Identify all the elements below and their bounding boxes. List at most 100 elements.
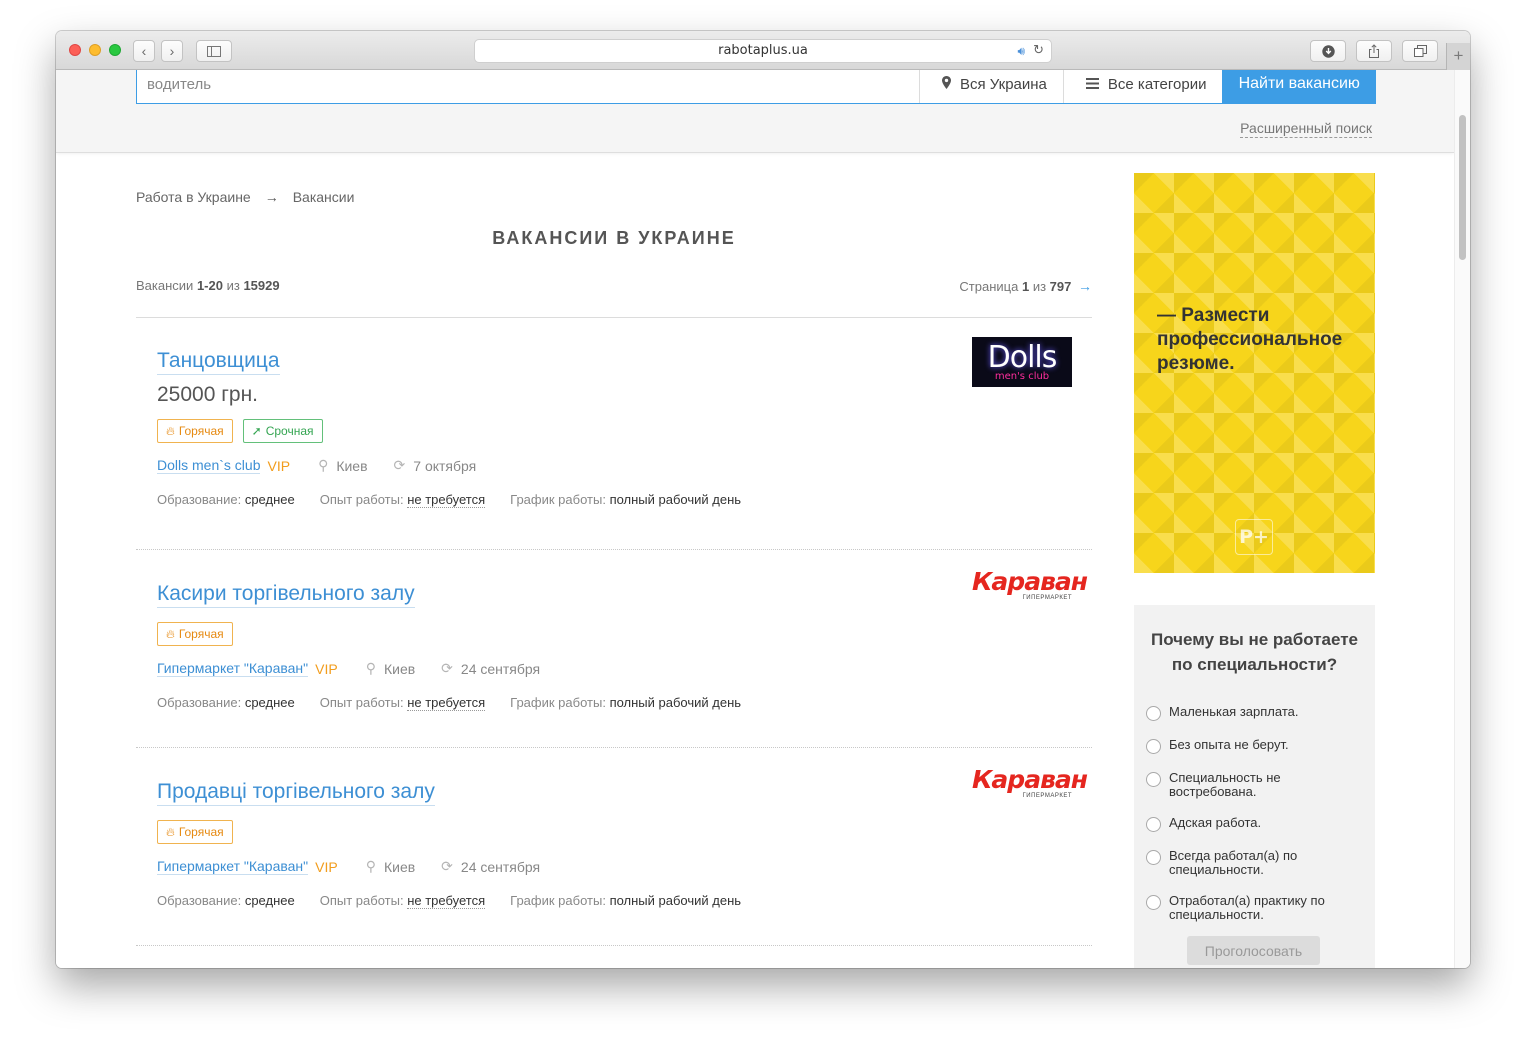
refresh-icon: ⟳ — [441, 660, 453, 676]
job-details: Образование: среднее Опыт работы: не тре… — [157, 893, 1072, 909]
radio-button[interactable] — [1146, 817, 1161, 832]
poll-option[interactable]: Без опыта не берут. — [1146, 738, 1366, 754]
share-button[interactable] — [1356, 40, 1392, 62]
company-logo[interactable]: Караван ГИПЕРМАРКЕТ — [972, 569, 1088, 601]
job-details: Образование: среднее Опыт работы: не тре… — [157, 492, 1072, 508]
page-viewport: Вся Украина Все категории Найти вакансию… — [56, 70, 1454, 968]
location-select[interactable]: Вся Украина — [919, 70, 1063, 103]
radio-button[interactable] — [1146, 706, 1161, 721]
rabotaplus-logo-icon: P+ — [1235, 519, 1273, 555]
speaker-icon[interactable]: 🔊︎ — [1017, 40, 1025, 62]
flame-icon: 🔥︎ — [166, 824, 175, 839]
browser-window: ‹ › rabotaplus.ua 🔊︎ ↻ + водитель Вся Ук… — [56, 31, 1470, 968]
job-meta: Dolls men`s club VIP ⚲ Киев ⟳ 7 октября — [157, 457, 1072, 474]
category-select[interactable]: Все категории — [1062, 70, 1223, 103]
poll-option[interactable]: Отработал(а) практику по специальности. — [1146, 894, 1366, 922]
downloads-button[interactable] — [1310, 40, 1346, 62]
browser-toolbar: ‹ › rabotaplus.ua 🔊︎ ↻ + — [56, 31, 1470, 70]
job-meta: Гипермаркет "Караван" VIP ⚲ Киев ⟳ 24 сент… — [157, 858, 1072, 875]
hot-badge: 🔥︎ Горячая — [157, 820, 233, 844]
reload-icon[interactable]: ↻ — [1033, 40, 1044, 62]
poll-option[interactable]: Маленькая зарплата. — [1146, 705, 1366, 721]
company-link[interactable]: Гипермаркет "Караван" — [157, 660, 309, 677]
schedule-detail: График работы: полный рабочий день — [510, 893, 742, 908]
job-badges: 🔥︎ Горячая — [157, 622, 1072, 646]
location-value: Вся Украина — [960, 75, 1047, 93]
forward-button[interactable]: › — [161, 40, 183, 62]
job-meta: Гипермаркет "Караван" VIP ⚲ Киев ⟳ 24 сент… — [157, 660, 1072, 677]
radio-button[interactable] — [1146, 850, 1161, 865]
education-detail: Образование: среднее — [157, 695, 295, 710]
close-window-button[interactable] — [69, 44, 81, 56]
scrollbar-thumb[interactable] — [1459, 115, 1466, 260]
map-pin-icon: ⚲ — [365, 660, 376, 676]
job-divider — [136, 549, 1092, 550]
job-title-link[interactable]: Касири торгівельного залу — [157, 581, 415, 608]
vertical-scrollbar[interactable] — [1454, 70, 1470, 968]
radio-button[interactable] — [1146, 895, 1161, 910]
new-tab-button[interactable]: + — [1446, 43, 1470, 70]
poll-option[interactable]: Всегда работал(а) по специальности. — [1146, 849, 1366, 877]
minimize-window-button[interactable] — [89, 44, 101, 56]
job-card: Танцовщица 25000 грн. 🔥︎ Горячая ➚ Срочная… — [157, 337, 1072, 508]
job-divider — [136, 945, 1092, 946]
experience-detail: Опыт работы: не требуется — [319, 492, 486, 508]
job-card: Продавці торгівельного залу 🔥︎ Горячая Ги… — [157, 767, 1088, 909]
job-city: ⚲ Киев — [318, 457, 368, 474]
poll-option[interactable]: Специальность не востребована. — [1146, 771, 1366, 799]
schedule-detail: График работы: полный рабочий день — [510, 492, 742, 507]
job-card: Касири торгівельного залу 🔥︎ Горячая Гипе… — [157, 569, 1088, 711]
job-date: ⟳ 24 сентября — [441, 858, 541, 875]
vacancy-count: Вакансии 1-20 из 15929 — [136, 278, 280, 293]
breadcrumb-item-vacancies[interactable]: Вакансии — [293, 189, 355, 205]
vote-button[interactable]: Проголосовать — [1187, 936, 1320, 965]
address-bar[interactable]: rabotaplus.ua 🔊︎ ↻ — [474, 39, 1052, 63]
job-details: Образование: среднее Опыт работы: не тре… — [157, 695, 1072, 711]
flame-icon: 🔥︎ — [166, 626, 175, 641]
sidebar-toggle-button[interactable] — [196, 40, 232, 62]
job-title-link[interactable]: Продавці торгівельного залу — [157, 779, 435, 806]
experience-detail: Опыт работы: не требуется — [319, 893, 486, 909]
map-pin-icon: ⚲ — [318, 457, 329, 473]
company-link[interactable]: Dolls men`s club — [157, 457, 261, 474]
advanced-search-link[interactable]: Расширенный поиск — [1240, 120, 1372, 138]
page-title: ВАКАНСИИ В УКРАИНЕ — [492, 228, 736, 248]
refresh-icon: ⟳ — [393, 457, 406, 473]
schedule-detail: График работы: полный рабочий день — [510, 695, 742, 710]
breadcrumb-item-ukraine[interactable]: Работа в Украине — [136, 189, 251, 205]
sidebar-icon — [207, 45, 221, 57]
map-pin-icon — [942, 76, 951, 92]
search-panel: Вся Украина Все категории Найти вакансию… — [56, 70, 1454, 153]
share-icon — [1369, 44, 1379, 58]
pagination: Страница 1 из 797 → — [959, 278, 1092, 294]
tabs-overview-button[interactable] — [1402, 40, 1438, 62]
plus-icon: + — [1453, 46, 1464, 65]
company-logo[interactable]: Караван ГИПЕРМАРКЕТ — [972, 767, 1088, 799]
resume-ad-banner[interactable]: — Размести профессиональное резюме. P+ — [1134, 173, 1375, 573]
zoom-window-button[interactable] — [109, 44, 121, 56]
company-logo[interactable]: Dolls men's club — [972, 337, 1072, 387]
vip-badge: VIP — [267, 457, 291, 474]
url-text: rabotaplus.ua — [718, 43, 808, 58]
back-button[interactable]: ‹ — [133, 40, 155, 62]
find-vacancy-button[interactable]: Найти вакансию — [1222, 70, 1376, 104]
next-page-icon[interactable]: → — [1078, 278, 1092, 294]
refresh-icon: ⟳ — [441, 858, 453, 874]
poll-option[interactable]: Адская работа. — [1146, 816, 1366, 832]
vip-badge: VIP — [315, 660, 338, 677]
download-icon — [1321, 44, 1335, 58]
company-link[interactable]: Гипермаркет "Караван" — [157, 858, 309, 875]
radio-button[interactable] — [1146, 739, 1161, 754]
radio-button[interactable] — [1146, 772, 1161, 787]
search-input[interactable] — [137, 70, 919, 103]
job-title-link[interactable]: Танцовщица — [157, 348, 280, 375]
poll-question: Почему вы не работаете по специальности? — [1150, 630, 1359, 674]
job-salary: 25000 грн. — [157, 383, 259, 406]
job-city: ⚲ Киев — [365, 858, 416, 875]
poll-widget: Почему вы не работаете по специальности?… — [1134, 605, 1375, 968]
urgent-badge: ➚ Срочная — [242, 419, 323, 443]
vip-badge: VIP — [315, 858, 338, 875]
job-divider — [136, 747, 1092, 748]
arrow-right-icon: → — [264, 189, 279, 205]
search-bar: Вся Украина Все категории Найти вакансию — [136, 70, 1376, 104]
